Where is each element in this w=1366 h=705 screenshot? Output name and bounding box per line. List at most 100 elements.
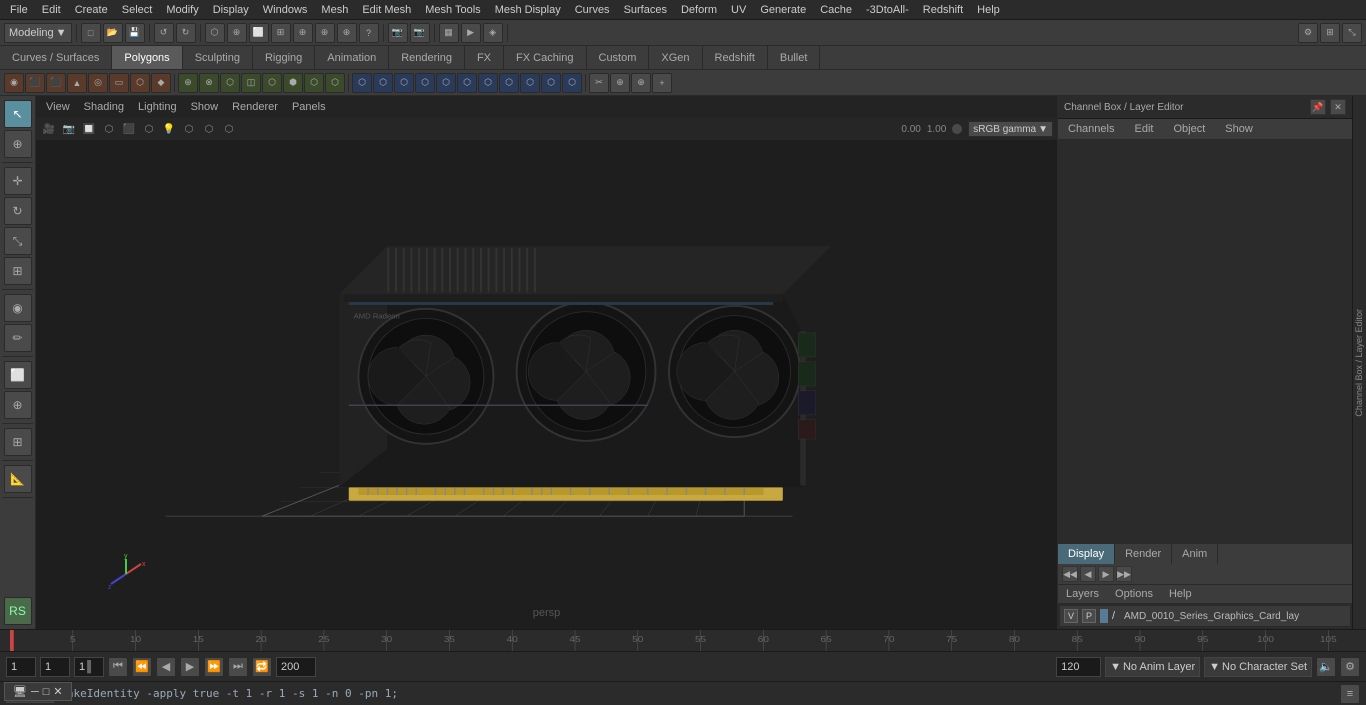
menu-mesh-display[interactable]: Mesh Display — [489, 2, 567, 18]
tab-rendering[interactable]: Rendering — [389, 46, 465, 69]
vp-menu-view[interactable]: View — [40, 99, 76, 115]
vp-menu-show[interactable]: Show — [185, 99, 225, 115]
menu-display[interactable]: Display — [207, 2, 255, 18]
window-minimize-btn[interactable]: ─ — [31, 686, 39, 698]
go-end-btn[interactable]: ⏭ — [228, 657, 248, 677]
extrude-btn[interactable]: ⬡ — [352, 73, 372, 93]
ls-tab-help[interactable]: Help — [1161, 585, 1200, 603]
measure-tool-btn[interactable]: 📐 — [4, 465, 32, 493]
plane-btn[interactable]: ▭ — [109, 73, 129, 93]
platonic-btn[interactable]: ◆ — [151, 73, 171, 93]
current-frame-field[interactable]: 1 — [6, 657, 36, 677]
timeline-bar[interactable]: 5 10 15 20 25 30 35 40 45 50 55 60 65 — [10, 630, 1366, 651]
poke-btn[interactable]: ⬡ — [415, 73, 435, 93]
cleanup-btn[interactable]: ⬡ — [325, 73, 345, 93]
separate-btn[interactable]: ⊗ — [199, 73, 219, 93]
ipr-btn[interactable]: ◈ — [483, 23, 503, 43]
snap-curve-btn[interactable]: ⊕ — [293, 23, 313, 43]
detach-btn[interactable]: ⬡ — [457, 73, 477, 93]
workspace-dropdown[interactable]: Modeling ▼ — [4, 23, 72, 43]
menu-select[interactable]: Select — [116, 2, 159, 18]
paint-btn[interactable]: ⬜ — [249, 23, 269, 43]
menu-create[interactable]: Create — [69, 2, 114, 18]
menu-deform[interactable]: Deform — [675, 2, 723, 18]
menu-generate[interactable]: Generate — [754, 2, 812, 18]
tab-curves-surfaces[interactable]: Curves / Surfaces — [0, 46, 112, 69]
universal-manip-btn[interactable]: ⊞ — [4, 257, 32, 285]
merge-btn[interactable]: ⬡ — [436, 73, 456, 93]
settings2-btn[interactable]: ⚙ — [1340, 657, 1360, 677]
soft-select-btn[interactable]: ◉ — [4, 294, 32, 322]
camera2-btn[interactable]: 📷 — [410, 23, 430, 43]
vp-menu-panels[interactable]: Panels — [286, 99, 332, 115]
lasso-tool-btn[interactable]: ⊕ — [4, 130, 32, 158]
proj-curve-btn[interactable]: ⬡ — [478, 73, 498, 93]
menu-redshift[interactable]: Redshift — [917, 2, 969, 18]
vp-tb-shadow[interactable]: ⬡ — [180, 120, 198, 138]
go-start-btn[interactable]: ⏮ — [108, 657, 128, 677]
render-btn[interactable]: ▶ — [461, 23, 481, 43]
cb-tab-edit[interactable]: Edit — [1124, 119, 1163, 139]
undo-btn[interactable]: ↺ — [154, 23, 174, 43]
menu-edit-mesh[interactable]: Edit Mesh — [356, 2, 417, 18]
frame-start-field[interactable]: 1 — [40, 657, 70, 677]
menu-edit[interactable]: Edit — [36, 2, 67, 18]
tab-polygons[interactable]: Polygons — [112, 46, 182, 69]
menu-mesh[interactable]: Mesh — [315, 2, 354, 18]
menu-uv[interactable]: UV — [725, 2, 752, 18]
cb-tab-object[interactable]: Object — [1163, 119, 1215, 139]
snap-grid-btn[interactable]: ⊞ — [271, 23, 291, 43]
cb-tab-channels[interactable]: Channels — [1058, 119, 1124, 139]
snap-btn[interactable]: ⊕ — [4, 391, 32, 419]
frame-input-field[interactable]: 1 ▌ — [74, 657, 104, 677]
vp-menu-lighting[interactable]: Lighting — [132, 99, 183, 115]
vp-tb-comp[interactable]: ⬡ — [220, 120, 238, 138]
layer-row[interactable]: V P / AMD_0010_Series_Graphics_Card_lay — [1060, 606, 1350, 627]
audio-btn[interactable]: 🔈 — [1316, 657, 1336, 677]
window-bar-btn[interactable]: 🖥 ─ □ ✕ — [4, 682, 72, 701]
layer-back-btn[interactable]: ◀ — [1080, 566, 1096, 582]
menu-modify[interactable]: Modify — [160, 2, 204, 18]
tab-animation[interactable]: Animation — [315, 46, 389, 69]
layer-end-btn[interactable]: ▶▶ — [1116, 566, 1132, 582]
redo-btn[interactable]: ↻ — [176, 23, 196, 43]
menu-help[interactable]: Help — [971, 2, 1006, 18]
smooth-btn[interactable]: ⬡ — [262, 73, 282, 93]
insert-loop-btn[interactable]: ⊕ — [610, 73, 630, 93]
le-tab-render[interactable]: Render — [1115, 544, 1172, 564]
tab-fx-caching[interactable]: FX Caching — [504, 46, 586, 69]
vp-tb-cam1[interactable]: 🎥 — [40, 120, 58, 138]
tab-bullet[interactable]: Bullet — [768, 46, 821, 69]
cb-tab-show[interactable]: Show — [1215, 119, 1263, 139]
tab-rigging[interactable]: Rigging — [253, 46, 315, 69]
move-tool-btn[interactable]: ✛ — [4, 167, 32, 195]
menu-cache[interactable]: Cache — [814, 2, 858, 18]
measure-btn[interactable]: ? — [359, 23, 379, 43]
lasso-btn[interactable]: ⊕ — [227, 23, 247, 43]
marquee-btn[interactable]: ⬜ — [4, 361, 32, 389]
rs-channel-box-label[interactable]: Channel Box / Layer Editor — [1353, 301, 1365, 425]
cb-pin-btn[interactable]: 📌 — [1310, 99, 1326, 115]
settings-btn[interactable]: ⚙ — [1298, 23, 1318, 43]
layer-expand-btn[interactable]: / — [1112, 610, 1120, 622]
layer-prev-btn[interactable]: ◀◀ — [1062, 566, 1078, 582]
vp-menu-renderer[interactable]: Renderer — [226, 99, 284, 115]
vp-menu-shading[interactable]: Shading — [78, 99, 130, 115]
menu-file[interactable]: File — [4, 2, 34, 18]
play-fwd-btn[interactable]: ▶ — [180, 657, 200, 677]
play-back-btn[interactable]: ◀ — [156, 657, 176, 677]
mirror-btn[interactable]: ◫ — [241, 73, 261, 93]
vp-tb-shaded[interactable]: ⬛ — [120, 120, 138, 138]
bevel-btn[interactable]: ⬡ — [394, 73, 414, 93]
window-restore-btn[interactable]: □ — [43, 686, 50, 698]
window-close-btn[interactable]: ✕ — [53, 685, 62, 698]
frame-end-field[interactable]: 120 — [1056, 657, 1101, 677]
vp-tb-light[interactable]: 💡 — [160, 120, 178, 138]
anim-layer-dropdown[interactable]: ▼ No Anim Layer — [1105, 657, 1200, 677]
bridge-btn[interactable]: ⬡ — [373, 73, 393, 93]
sculpt-btn[interactable]: ✏ — [4, 324, 32, 352]
tab-xgen[interactable]: XGen — [649, 46, 702, 69]
tab-redshift[interactable]: Redshift — [703, 46, 768, 69]
combine-btn[interactable]: ⊕ — [178, 73, 198, 93]
vp-tb-cam2[interactable]: 📷 — [60, 120, 78, 138]
